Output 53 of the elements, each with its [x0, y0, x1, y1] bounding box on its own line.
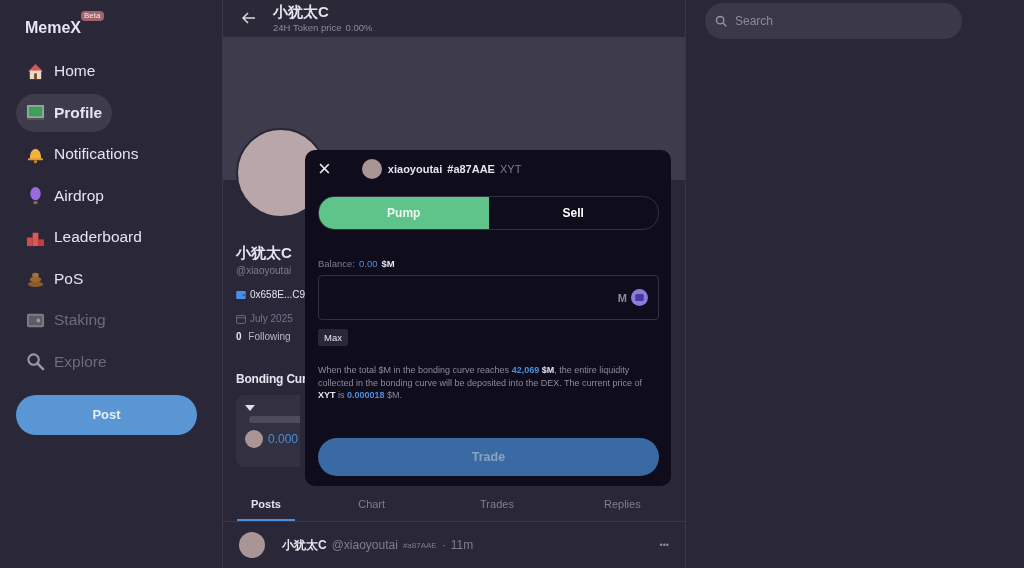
- join-date: July 2025: [250, 313, 293, 324]
- nav-item[interactable]: Profile: [16, 93, 113, 132]
- nav-item[interactable]: Home: [16, 52, 106, 90]
- nav-item[interactable]: Notifications: [16, 135, 149, 173]
- profile-tab[interactable]: Replies: [573, 498, 671, 521]
- nav-item[interactable]: Leaderboard: [16, 218, 152, 256]
- beta-badge: Beta: [81, 11, 104, 21]
- magnifier-icon: [26, 352, 45, 371]
- trade-mode-tab[interactable]: Sell: [488, 197, 658, 229]
- separator-dot: ·: [441, 538, 446, 552]
- currency-unit: M: [617, 291, 627, 304]
- search-field[interactable]: Search: [705, 3, 962, 39]
- max-button[interactable]: Max: [318, 329, 348, 346]
- bonding-curve-heading: Bonding Cur: [236, 372, 307, 386]
- calendar-icon: [236, 313, 246, 324]
- monitor-icon: [26, 103, 45, 122]
- token-price-change: 0.00%: [345, 22, 373, 34]
- caret-icon[interactable]: [245, 405, 255, 411]
- search-icon: [715, 15, 727, 27]
- post-author-name: 小犹太C: [282, 536, 327, 554]
- post-author-handle: @xiaoyoutai: [331, 538, 398, 552]
- profile-handle: @xiaoyoutai: [236, 265, 292, 276]
- balance-label: Balance:: [318, 258, 355, 269]
- more-menu[interactable]: •••: [659, 540, 669, 550]
- house-icon: [26, 61, 45, 81]
- profile-tab[interactable]: Trades: [448, 498, 546, 521]
- avatar-placeholder: [245, 430, 263, 448]
- wallet-icon: [236, 290, 246, 299]
- coin-icon: [631, 289, 648, 306]
- avatar-placeholder: [239, 532, 265, 558]
- post-time: 11m: [450, 538, 474, 552]
- profile-tab[interactable]: Posts: [237, 498, 295, 521]
- profile-name: 小犹太C: [236, 244, 292, 263]
- progress-track: [249, 416, 300, 423]
- following-count[interactable]: 0 Following: [236, 331, 291, 342]
- nav-item[interactable]: PoS: [16, 259, 94, 298]
- close-button[interactable]: ×: [318, 158, 331, 180]
- amount-field[interactable]: M: [318, 275, 659, 320]
- memex-logo[interactable]: MemeX: [25, 19, 82, 37]
- profile-tab[interactable]: Chart: [322, 498, 421, 521]
- user-tag: #a87AAE: [447, 163, 495, 175]
- token-ticker: XYT: [499, 163, 522, 175]
- balance-unit: $M: [381, 258, 395, 269]
- nav-item[interactable]: Airdrop: [16, 176, 114, 215]
- avatar-placeholder: [361, 159, 382, 179]
- username: xiaoyoutai: [387, 163, 443, 175]
- token-price-label: 24H Token price: [273, 22, 342, 34]
- wallet-address[interactable]: 0x658E...C9: [250, 289, 306, 300]
- post-author-tag: #a87AAE: [402, 540, 437, 550]
- bonding-curve-notice: When the total $M in the bonding curve reaches 42,069 $M, the entire liquidity collected in the bonding curve will be deposited into the DEX. The current price of XYT is 0.000018 $M.: [318, 364, 644, 402]
- bonding-value: 0.000: [268, 432, 299, 446]
- profile-title: 小犹太C: [273, 3, 330, 23]
- balance-value: 0.00: [359, 258, 378, 269]
